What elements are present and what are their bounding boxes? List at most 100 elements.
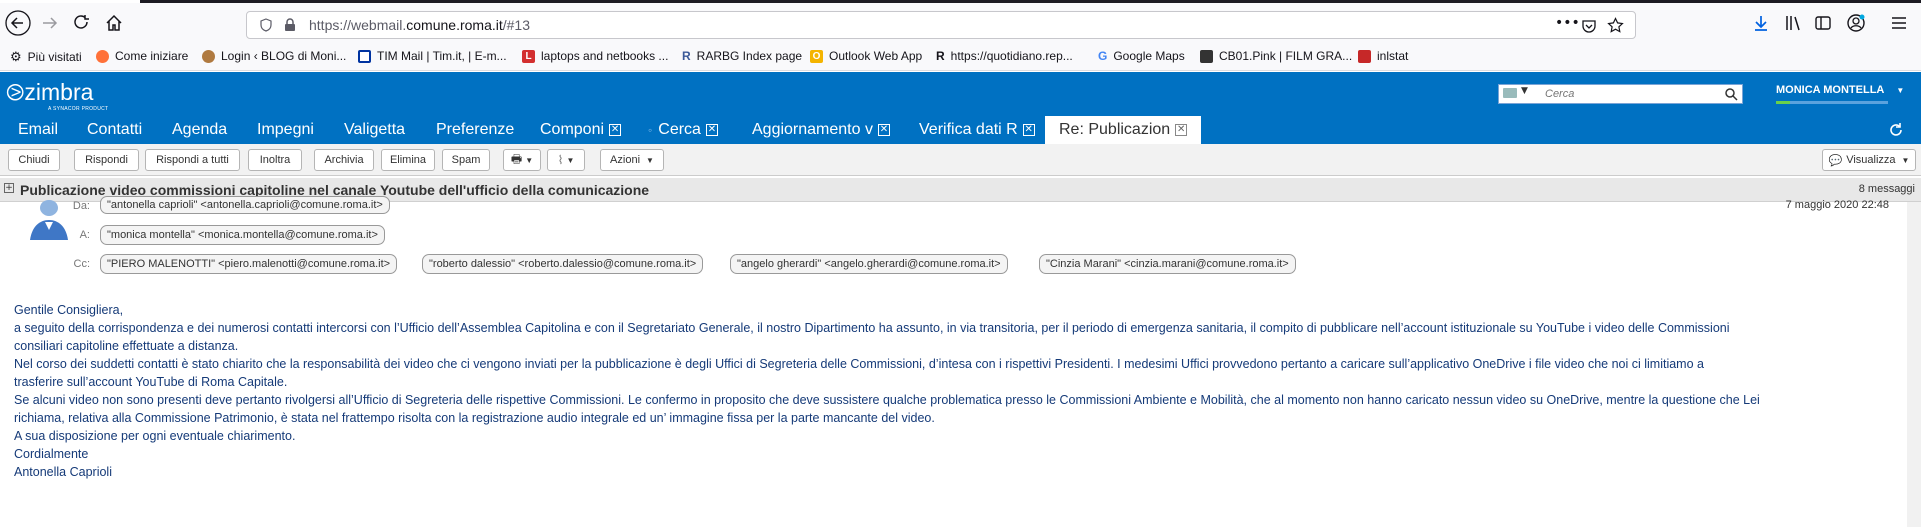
account-icon[interactable] [1846,13,1866,33]
tab-componi[interactable]: Componi ✕ [540,116,622,144]
tab-aggiornamento[interactable]: Aggiornamento v ✕ [752,116,890,144]
view-menu-button[interactable]: 💬 Visualizza ▼ [1822,149,1916,171]
bookmark-item[interactable]: G Google Maps [1098,49,1185,63]
envelope-icon[interactable] [1503,88,1517,98]
tab-contatti[interactable]: Contatti [87,116,142,144]
from-address[interactable]: "antonella caprioli" <antonella.caprioli… [100,196,390,214]
close-icon[interactable]: ✕ [1022,124,1035,136]
cc-address[interactable]: "Cinzia Marani" <cinzia.marani@comune.ro… [1039,254,1296,274]
tab-agenda[interactable]: Agenda [172,116,227,144]
printer-icon: 🖶 [510,151,523,166]
search-tab-icon: ◦ [648,123,653,137]
body-line: Antonella Caprioli [14,465,112,479]
reload-icon [74,15,89,29]
shield-icon[interactable] [259,18,273,32]
tab-preferenze[interactable]: Preferenze [436,116,514,144]
user-menu[interactable]: MONICA MONTELLA ▼ [1776,84,1904,96]
mail-icon [358,49,371,63]
tag-menu-button[interactable]: ⌇ ▼ [547,149,585,171]
letter-l-icon: L [522,49,535,63]
body-line: a seguito della corrispondenza e dei num… [14,321,1730,335]
avatar [30,200,68,240]
bookmarks-bar: ⚙ Più visitati Come iniziare Login ‹ BLOG… [0,43,1921,71]
blog-icon [202,49,215,63]
bookmark-item[interactable]: Come iniziare [96,49,188,63]
bookmark-item[interactable]: Rhttps://quotidiano.rep... [936,49,1073,63]
repubblica-icon: R [936,49,945,63]
browser-navbar: https://webmail.comune.roma.it/#13 ••• [0,3,1921,43]
bookmark-item[interactable]: Login ‹ BLOG di Moni... [202,49,346,63]
download-icon[interactable] [1752,14,1770,32]
cc-address[interactable]: "PIERO MALENOTTI" <piero.malenotti@comun… [100,254,398,274]
firefox-icon [96,49,109,63]
body-line: Cordialmente [14,447,89,461]
tab-cerca[interactable]: ◦ Cerca ✕ [648,116,718,144]
tab-re-publicazion[interactable]: Re: Publicazion ✕ [1045,116,1202,144]
body-line: Gentile Consigliera, [14,303,124,317]
sidebar-icon[interactable] [1814,14,1832,32]
search-icon[interactable] [1724,87,1738,101]
library-icon[interactable] [1784,14,1802,32]
expand-icon[interactable]: + [4,183,14,193]
lock-icon[interactable] [283,18,297,32]
bookmark-star-icon[interactable] [1607,17,1624,34]
bookmark-item[interactable]: CB01.Pink | FILM GRA... [1200,49,1352,63]
url-text: https://webmail.comune.roma.it/#13 [309,17,530,33]
tab-verifica-dati[interactable]: Verifica dati R ✕ [919,116,1035,144]
tab-email[interactable]: Email [18,116,58,144]
forward-button[interactable] [36,9,64,37]
print-menu-button[interactable]: 🖶 ▼ [503,149,541,171]
chevron-down-icon: ▼ [646,155,654,165]
body-line: consiliari capitoline effettuate a dista… [14,339,239,353]
reply-button[interactable]: Rispondi [74,149,139,171]
bookmark-item[interactable]: R RARBG Index page [682,49,802,63]
tab-impegni[interactable]: Impegni [257,116,314,144]
menu-icon[interactable] [1890,14,1908,32]
scrollbar[interactable] [1907,202,1921,527]
refresh-icon[interactable] [1888,122,1904,138]
outlook-icon: O [810,49,823,63]
pocket-icon[interactable] [1581,18,1597,34]
forward-arrow-icon [43,17,58,29]
tab-valigetta[interactable]: Valigetta [344,116,405,144]
body-line: trasferire sull’account YouTube di Roma … [14,375,288,389]
delete-button[interactable]: Elimina [381,149,435,171]
chevron-down-icon: ▼ [1896,86,1905,95]
reply-all-button[interactable]: Rispondi a tutti [145,149,240,171]
bookmark-item[interactable]: Llaptops and netbooks ... [522,49,668,63]
spam-button[interactable]: Spam [442,149,490,171]
url-bar[interactable]: https://webmail.comune.roma.it/#13 ••• [246,11,1636,39]
message-body: Gentile Consigliera, a seguito della cor… [14,301,1894,481]
back-button[interactable] [4,9,32,37]
page-actions-icon[interactable]: ••• [1555,15,1580,31]
tag-icon: ⌇ [557,153,564,167]
cc-address[interactable]: "roberto dalessio" <roberto.dalessio@com… [422,254,704,274]
body-line: Nel corso dei suddetti contatti è stato … [14,357,1704,371]
bookmark-item[interactable]: O Outlook Web App [810,49,922,63]
home-icon [106,14,122,31]
from-label: Da: [72,200,90,212]
search-input[interactable] [1543,86,1713,102]
close-icon[interactable]: ✕ [877,124,890,136]
close-button[interactable]: Chiudi [8,149,60,171]
back-arrow-icon [5,10,31,36]
search-type-chevron-icon[interactable]: ▼ [1521,86,1528,96]
archive-button[interactable]: Archivia [314,149,374,171]
cc-label: Cc: [73,258,91,270]
close-icon[interactable]: ✕ [705,124,718,136]
close-icon[interactable]: ✕ [609,124,622,136]
close-icon[interactable]: ✕ [1175,124,1188,136]
search-box[interactable]: ▼ [1498,84,1743,104]
chevron-down-icon: ▼ [1901,155,1910,165]
body-line: A sua disposizione per ogni eventuale ch… [14,429,296,443]
cc-address[interactable]: "angelo gherardi" <angelo.gherardi@comun… [730,254,1008,274]
message-toolbar: Chiudi Rispondi Rispondi a tutti Inoltra… [0,144,1921,176]
bookmark-item[interactable]: inlstat [1358,49,1408,63]
forward-button[interactable]: Inoltra [248,149,302,171]
bookmark-item[interactable]: ⚙ Più visitati [10,49,82,65]
home-button[interactable] [100,9,128,37]
actions-menu-button[interactable]: Azioni ▼ [600,149,664,171]
to-address[interactable]: "monica montella" <monica.montella@comun… [100,225,385,245]
reload-button[interactable] [68,9,96,37]
bookmark-item[interactable]: TIM Mail | Tim.it, | E-m... [358,49,507,63]
